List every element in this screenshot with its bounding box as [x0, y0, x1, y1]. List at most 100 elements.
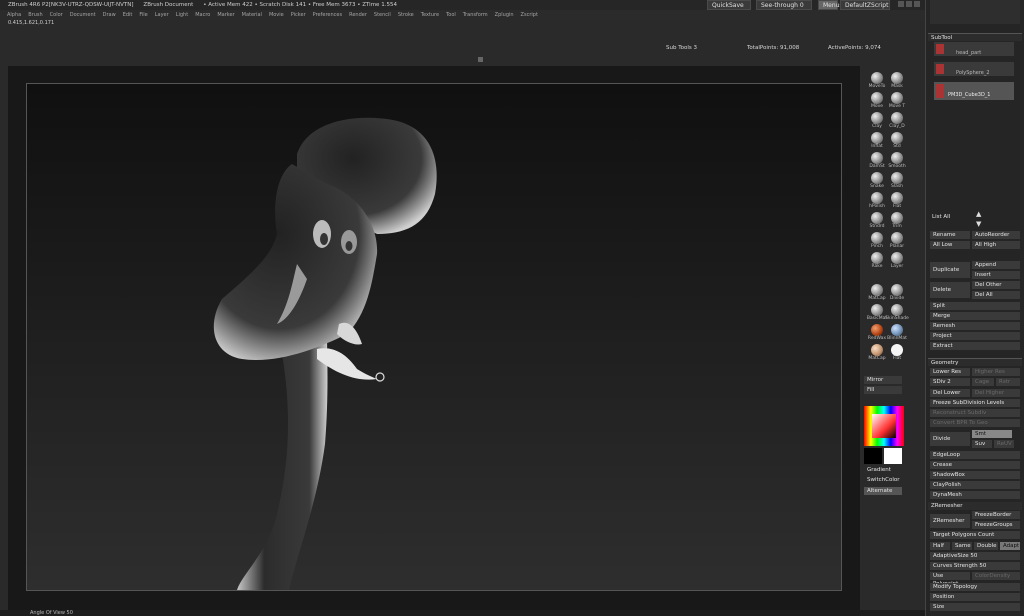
delete-button[interactable]: Delete	[930, 282, 970, 298]
reconstruct-subdiv-button[interactable]: Reconstruct Subdiv	[930, 409, 1020, 417]
arrow-down-icon[interactable]: ▼	[976, 220, 984, 228]
maximize-icon[interactable]	[906, 1, 912, 7]
brush-icon-5[interactable]: Clay_D	[884, 112, 910, 132]
material-icon-3[interactable]: SkinShade	[884, 304, 910, 324]
rstr-button[interactable]: Rstr	[996, 378, 1020, 386]
menu-transform[interactable]: Transform	[463, 10, 488, 20]
viewport[interactable]	[26, 83, 842, 591]
split-button[interactable]: Split	[930, 302, 1020, 310]
modify-topology-button[interactable]: Modify Topology	[930, 583, 1020, 591]
menu-preferences[interactable]: Preferences	[313, 10, 342, 20]
claypolish-button[interactable]: ClayPolish	[930, 481, 1020, 489]
shadowbox-button[interactable]: ShadowBox	[930, 471, 1020, 479]
menus-button[interactable]: Menus	[818, 0, 843, 10]
project-button[interactable]: Project	[930, 332, 1020, 340]
target-polygons-slider[interactable]: Target Polygons Count	[930, 531, 1020, 539]
tool-thumbnails[interactable]	[930, 0, 1020, 24]
use-polypaint-toggle[interactable]: Use Polypaint	[930, 572, 970, 587]
dynamesh-button[interactable]: DynaMesh	[930, 491, 1020, 499]
adaptive-size-slider[interactable]: AdaptiveSize 50	[930, 552, 1020, 560]
duplicate-button[interactable]: Duplicate	[930, 262, 970, 278]
suv-toggle[interactable]: Suv	[972, 440, 992, 448]
freeze-subdivision-button[interactable]: Freeze SubDivision Levels	[930, 399, 1020, 407]
del-all-button[interactable]: Del All	[972, 291, 1020, 299]
del-higher-button[interactable]: Del Higher	[972, 389, 1020, 397]
menu-edit[interactable]: Edit	[123, 10, 133, 20]
extract-button[interactable]: Extract	[930, 342, 1020, 350]
size-button[interactable]: Size	[930, 603, 1020, 611]
menu-zscript[interactable]: Zscript	[521, 10, 538, 20]
menu-zplugin[interactable]: Zplugin	[495, 10, 514, 20]
brush-icon-9[interactable]: Smooth	[884, 152, 910, 172]
menu-layer[interactable]: Layer	[155, 10, 169, 20]
rename-button[interactable]: Rename	[930, 231, 970, 239]
same-button[interactable]: Same	[952, 542, 972, 550]
fill-button[interactable]: Fill	[864, 386, 902, 394]
subtool-item-0[interactable]: head_part	[934, 42, 1014, 56]
append-button[interactable]: Append	[972, 261, 1020, 269]
canvas-handle[interactable]	[478, 57, 483, 62]
brush-icon-11[interactable]: Slash	[884, 172, 910, 192]
freeze-border-button[interactable]: FreezeBorder	[972, 511, 1020, 519]
close-icon[interactable]	[914, 1, 920, 7]
menu-draw[interactable]: Draw	[103, 10, 116, 20]
color-picker-square[interactable]	[872, 414, 896, 438]
brush-icon-19[interactable]: Layer	[884, 252, 910, 272]
color-picker-ring[interactable]	[864, 406, 904, 446]
mirror-button[interactable]: Mirror	[864, 376, 902, 384]
arrow-up-icon[interactable]: ▲	[976, 210, 984, 218]
remesh-button[interactable]: Remesh	[930, 322, 1020, 330]
higher-res-button[interactable]: Higher Res	[972, 368, 1020, 376]
menu-picker[interactable]: Picker	[291, 10, 306, 20]
menu-alpha[interactable]: Alpha	[7, 10, 21, 20]
double-button[interactable]: Double	[974, 542, 998, 550]
material-icon-5[interactable]: BlinnMat	[884, 324, 910, 344]
zremesher-button[interactable]: ZRemesher	[930, 514, 970, 528]
del-other-button[interactable]: Del Other	[972, 281, 1020, 289]
alternate-button[interactable]: Alternate	[864, 487, 902, 495]
curves-strength-slider[interactable]: Curves Strength 50	[930, 562, 1020, 570]
convert-bpr-button[interactable]: Convert BPR To Geo	[930, 419, 1020, 427]
document-label[interactable]: ZBrush Document	[143, 2, 193, 8]
brush-icon-15[interactable]: Trim	[884, 212, 910, 232]
menu-tool[interactable]: Tool	[446, 10, 456, 20]
freeze-groups-button[interactable]: FreezeGroups	[972, 521, 1020, 529]
subtool-title[interactable]: SubTool	[928, 33, 1022, 41]
defaultzscript-button[interactable]: DefaultZScript	[840, 0, 890, 10]
autoreorder-button[interactable]: AutoReorder	[972, 231, 1020, 239]
edgeloop-button[interactable]: EdgeLoop	[930, 451, 1020, 459]
material-icon-1[interactable]: Divide	[884, 284, 910, 304]
half-button[interactable]: Half	[930, 542, 950, 550]
menu-material[interactable]: Material	[242, 10, 262, 20]
menu-movie[interactable]: Movie	[269, 10, 284, 20]
menu-stencil[interactable]: Stencil	[374, 10, 391, 20]
subtool-item-2[interactable]: PM3D_Cube3D_1	[934, 82, 1014, 100]
brush-icon-13[interactable]: Flat	[884, 192, 910, 212]
menu-file[interactable]: File	[139, 10, 147, 20]
minimize-icon[interactable]	[898, 1, 904, 7]
reuv-button[interactable]: ReUV	[994, 440, 1014, 448]
del-lower-button[interactable]: Del Lower	[930, 389, 970, 397]
zremesher-title[interactable]: ZRemesher	[928, 502, 1022, 510]
switchcolor-button[interactable]: SwitchColor	[864, 476, 902, 484]
menu-marker[interactable]: Marker	[217, 10, 234, 20]
seethrough-slider[interactable]: See-through 0	[756, 0, 812, 10]
menu-stroke[interactable]: Stroke	[398, 10, 414, 20]
window-controls[interactable]	[898, 1, 922, 9]
all-low-button[interactable]: All Low	[930, 241, 970, 249]
brush-icon-3[interactable]: Move T	[884, 92, 910, 112]
gradient-button[interactable]: Gradient	[864, 466, 902, 474]
subtool-item-1[interactable]: PolySphere_2	[934, 62, 1014, 76]
merge-button[interactable]: Merge	[930, 312, 1020, 320]
menu-texture[interactable]: Texture	[421, 10, 439, 20]
all-high-button[interactable]: All High	[972, 241, 1020, 249]
angle-of-view-slider[interactable]: Angle Of View 50	[30, 610, 73, 616]
secondary-color-swatch[interactable]	[884, 448, 902, 464]
position-button[interactable]: Position	[930, 593, 1020, 601]
primary-color-swatch[interactable]	[864, 448, 882, 464]
list-all-button[interactable]: List All	[926, 212, 950, 222]
adapt-toggle[interactable]: Adapt	[1000, 542, 1020, 550]
brush-icon-7[interactable]: Std	[884, 132, 910, 152]
geometry-title[interactable]: Geometry	[928, 358, 1022, 366]
menu-brush[interactable]: Brush	[28, 10, 42, 20]
